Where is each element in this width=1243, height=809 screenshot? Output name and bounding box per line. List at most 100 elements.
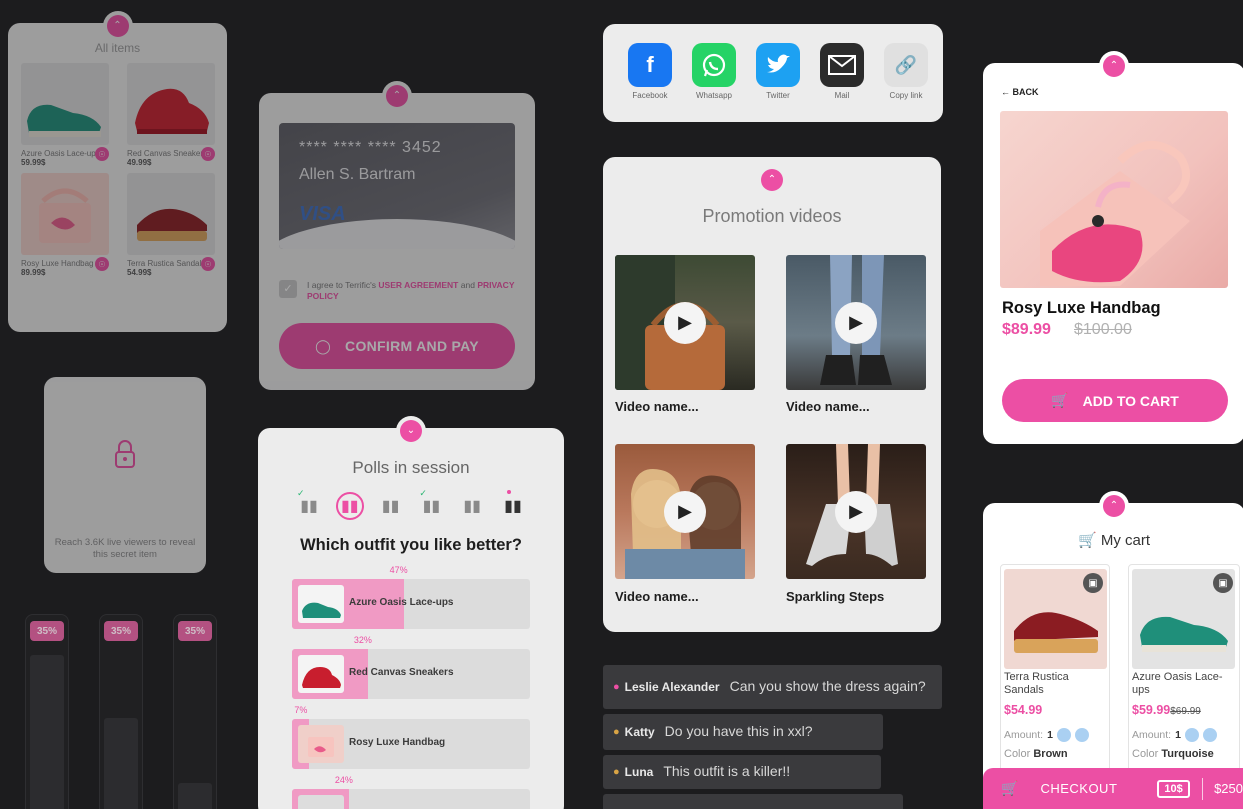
poll-tab-icon[interactable]: ▮▮	[499, 490, 527, 520]
confirm-and-pay-button[interactable]: ◯ CONFIRM AND PAY	[279, 323, 515, 369]
collapse-toggle-icon[interactable]: ⌃	[106, 15, 129, 37]
video-thumbnail[interactable]: ▶	[786, 255, 926, 390]
video-thumbnail[interactable]: ▶	[615, 444, 755, 579]
poll-option[interactable]: 32% Red Canvas Sneakers	[292, 635, 530, 699]
poll-option-label: Azure Oasis Lace-ups	[349, 597, 454, 608]
trash-icon[interactable]: ▣	[1083, 573, 1103, 593]
all-items-panel: ⌃ All items ☉ Azure Oasis Lace-ups 59.99…	[8, 15, 227, 332]
video-name[interactable]: Video name...	[786, 399, 870, 414]
plus-icon[interactable]	[1074, 728, 1089, 742]
handbag-image	[39, 188, 91, 243]
product-old-price: $100.00	[1074, 321, 1132, 338]
trash-icon[interactable]: ▣	[1213, 573, 1233, 593]
poll-tabs: ▮▮ ✓ ▮▮ ▮▮ ▮▮ ✓ ▮▮ ▮▮	[295, 488, 527, 520]
cart-item-name: Azure Oasis Lace-ups	[1132, 671, 1223, 697]
plus-icon[interactable]	[1202, 728, 1217, 742]
list-item[interactable]: ☉ Azure Oasis Lace-ups 59.99$	[21, 63, 109, 167]
poll-tab-icon[interactable]: ▮▮ ✓	[295, 488, 323, 520]
cart-item-name: Terra Rustica Sandals	[1004, 671, 1069, 697]
play-icon[interactable]: ▶	[664, 301, 706, 344]
user-agreement-link[interactable]: USER AGREEMENT	[378, 280, 458, 290]
add-to-cart-icon[interactable]: ☉	[95, 147, 109, 161]
poll-option-percent: 32%	[353, 635, 372, 645]
item-price: 89.99$	[21, 268, 46, 277]
poll-tab-active-icon[interactable]: ▮▮	[335, 492, 364, 520]
add-to-cart-button[interactable]: 🛒 ADD TO CART	[1002, 379, 1228, 422]
expand-toggle-icon[interactable]: ⌄	[400, 420, 422, 442]
item-price: 59.99$	[21, 158, 46, 167]
item-thumbnail: ☉	[127, 63, 215, 161]
polls-panel: ⌄ Polls in session ▮▮ ✓ ▮▮ ▮▮ ▮▮ ✓ ▮▮ ▮▮ W…	[258, 420, 564, 809]
video-name[interactable]: Video name...	[615, 399, 699, 414]
poll-option-percent: 47%	[389, 565, 408, 575]
share-copy-link-button[interactable]: 🔗 Copy link	[879, 43, 933, 100]
video-name[interactable]: Sparkling Steps	[786, 589, 884, 604]
chat-text: Can you show the dress again?	[729, 678, 926, 695]
list-item[interactable]: ☉ Terra Rustica Sandals 54.99$	[127, 173, 215, 277]
teal-shoe-image	[27, 104, 101, 137]
video-thumbnail[interactable]: ▶	[615, 255, 755, 390]
share-label: Facebook	[632, 91, 668, 100]
list-item[interactable]: ☉ Rosy Luxe Handbag 89.99$	[21, 173, 109, 277]
cart-item-price: $59.99$69.99	[1132, 703, 1201, 717]
progress-badge: 35%	[104, 621, 138, 641]
back-button[interactable]: ← BACK	[1001, 87, 1039, 97]
poll-option-image	[298, 585, 344, 623]
progress-badge: 35%	[30, 621, 64, 641]
item-name: Terra Rustica Sandals	[127, 259, 206, 268]
minus-icon[interactable]	[1056, 728, 1071, 742]
visa-logo-icon: VISA	[299, 203, 346, 225]
agree-and-text: and	[460, 280, 475, 290]
collapse-toggle-icon[interactable]: ⌃	[386, 85, 408, 107]
share-whatsapp-button[interactable]: Whatsapp	[687, 43, 741, 100]
list-item[interactable]: ☉ Red Canvas Sneakers 49.99$	[127, 63, 215, 167]
video-name[interactable]: Video name...	[615, 589, 699, 604]
poll-tab-icon[interactable]: ▮▮	[377, 492, 405, 520]
progress-fill	[104, 717, 138, 809]
poll-option-percent: 7%	[294, 705, 308, 715]
chat-message: ● Leslie Alexander Can you show the dress…	[603, 665, 942, 709]
share-panel: f Facebook Whatsapp Twitter Mail 🔗 Copy …	[603, 24, 943, 122]
progress-fill	[178, 783, 212, 809]
share-mail-button[interactable]: Mail	[815, 43, 869, 100]
item-name: Red Canvas Sneakers	[127, 149, 207, 158]
poll-option[interactable]: 24%	[292, 775, 530, 809]
user-icon: ●	[613, 766, 620, 778]
shield-icon: ◯	[315, 337, 332, 354]
add-to-cart-icon[interactable]: ☉	[201, 147, 215, 161]
collapse-toggle-icon[interactable]: ⌃	[761, 169, 783, 191]
play-icon[interactable]: ▶	[664, 490, 706, 533]
cart-title: 🛒 My cart	[1077, 532, 1151, 549]
poll-option[interactable]: 47% Azure Oasis Lace-ups	[292, 565, 530, 629]
poll-tab-icon[interactable]: ▮▮	[458, 492, 486, 520]
poll-question: Which outfit you like better?	[300, 536, 522, 554]
item-price: 49.99$	[127, 158, 152, 167]
play-icon[interactable]: ▶	[835, 490, 877, 533]
sandal-image	[137, 208, 207, 241]
chat-message: ● Luna This outfit is a killer!!	[603, 755, 881, 789]
cart-item-price: $54.99	[1004, 703, 1043, 717]
share-facebook-button[interactable]: f Facebook	[623, 43, 677, 100]
twitter-icon	[756, 43, 800, 87]
chat-message	[603, 794, 903, 809]
polls-title: Polls in session	[352, 458, 470, 477]
mail-icon	[820, 43, 864, 87]
collapse-toggle-icon[interactable]: ⌃	[1103, 495, 1125, 517]
agree-checkbox[interactable]: ✓	[279, 280, 297, 298]
minus-icon[interactable]	[1184, 728, 1199, 742]
play-icon[interactable]: ▶	[835, 301, 877, 344]
share-label: Twitter	[766, 91, 790, 100]
agree-text: I agree to Terrific's	[307, 280, 377, 290]
add-to-cart-icon[interactable]: ☉	[95, 257, 109, 271]
video-thumbnail[interactable]: ▶	[786, 444, 926, 579]
credit-card: **** **** **** 3452 Allen S. Bartram VIS…	[279, 123, 515, 249]
checkout-button[interactable]: 🛒 CHECKOUT 10$ $250	[983, 768, 1243, 809]
collapse-toggle-icon[interactable]: ⌃	[1103, 55, 1125, 77]
secret-item-panel: Reach 3.6K live viewers to reveal this s…	[44, 377, 206, 573]
poll-option[interactable]: 7% Rosy Luxe Handbag	[292, 705, 530, 769]
whatsapp-icon	[692, 43, 736, 87]
add-to-cart-icon[interactable]: ☉	[201, 257, 215, 271]
share-twitter-button[interactable]: Twitter	[751, 43, 805, 100]
share-label: Copy link	[889, 91, 923, 100]
poll-tab-icon[interactable]: ▮▮ ✓	[417, 488, 445, 520]
